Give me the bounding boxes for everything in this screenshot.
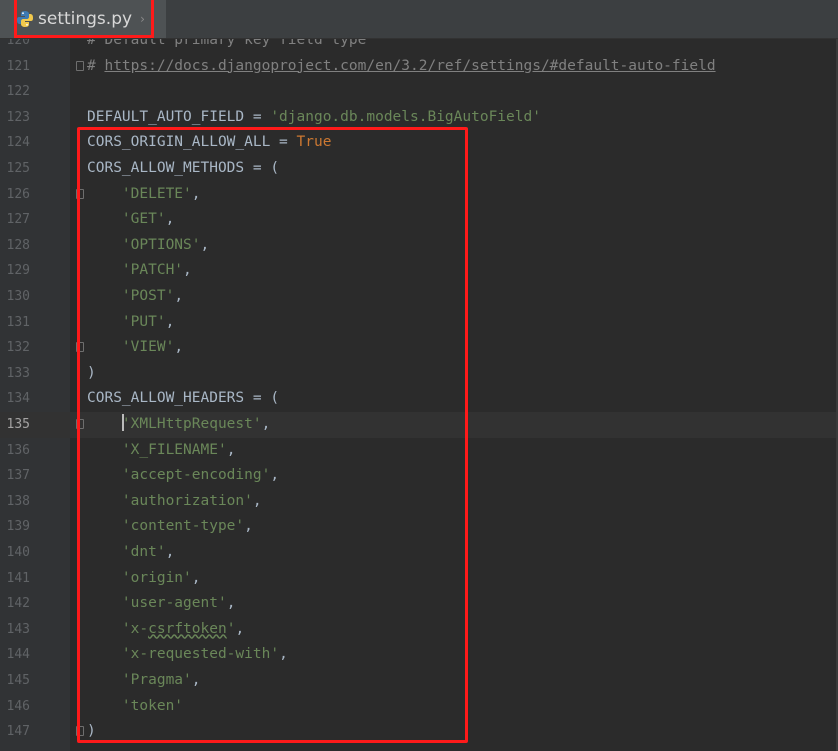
tab-settings-py[interactable]: settings.py › [0, 0, 166, 38]
line-number: 146 [6, 698, 30, 714]
line-number: 148 [0, 745, 30, 751]
code-text: 'DELETE', [121, 185, 201, 202]
code-line[interactable]: 134 CORS_ALLOW_HEADERS = ( [0, 386, 838, 412]
code-text: 'dnt', [121, 544, 175, 560]
line-number: 126 [6, 186, 30, 202]
fold-marker-icon[interactable] [76, 342, 84, 353]
code-line[interactable]: 135 'XMLHttpRequest', [0, 412, 838, 438]
code-line[interactable]: 145 'Pragma', [0, 668, 838, 694]
code-line[interactable]: 129 'PATCH', [0, 258, 838, 284]
code-line[interactable]: 123 DEFAULT_AUTO_FIELD = 'django.db.model… [0, 105, 838, 131]
line-number: 125 [6, 161, 30, 176]
code-editor[interactable]: 120 # Default primary key field type 121 # … [0, 39, 838, 751]
code-text: 'OPTIONS', [121, 236, 210, 253]
code-text: 'x-csrftoken', [121, 620, 245, 637]
editor-tab-bar: settings.py › [0, 0, 838, 39]
code-line[interactable]: 142 'user-agent', [0, 591, 838, 617]
code-text: DEFAULT_AUTO_FIELD = 'django.db.models.B… [87, 108, 541, 125]
code-line[interactable]: 139 'content-type', [0, 514, 838, 540]
code-text: 'x-requested-with', [121, 646, 288, 663]
code-line[interactable]: 143 'x-csrftoken', [0, 617, 838, 643]
code-text: ) [87, 364, 96, 381]
line-number: 122 [6, 84, 30, 100]
code-line[interactable]: 121 # https://docs.djangoproject.com/en/3… [0, 54, 838, 80]
code-line[interactable]: 137 'accept-encoding', [0, 463, 838, 489]
code-line[interactable]: 133) [0, 361, 838, 387]
code-line[interactable]: 132 'VIEW', [0, 335, 838, 361]
line-number: 135 [6, 417, 30, 432]
line-number: 138 [6, 493, 30, 509]
code-line[interactable]: 130 'POST', [0, 284, 838, 310]
code-text: ) [87, 723, 96, 740]
line-number: 123 [6, 109, 30, 125]
code-line[interactable]: 122 [0, 79, 838, 105]
tab-label: settings.py [38, 9, 133, 29]
code-text: 'VIEW', [121, 339, 184, 356]
code-text: 'Pragma', [121, 672, 201, 688]
line-number: 145 [6, 673, 30, 688]
code-text: 'content-type', [121, 518, 253, 535]
code-line[interactable]: 124 CORS_ORIGIN_ALLOW_ALL = True [0, 130, 838, 156]
code-text: 'GET', [121, 211, 175, 228]
fold-marker-icon[interactable] [76, 419, 84, 429]
python-file-icon [17, 11, 33, 27]
code-text: CORS_ALLOW_HEADERS = ( [87, 390, 280, 407]
line-number: 143 [6, 621, 30, 637]
code-line[interactable]: 144 'x-requested-with', [0, 642, 838, 668]
line-number: 129 [6, 263, 30, 279]
line-number: 128 [6, 237, 30, 253]
line-number: 131 [6, 314, 30, 330]
code-text: CORS_ORIGIN_ALLOW_ALL = True [87, 134, 332, 151]
line-number: 130 [6, 289, 30, 304]
line-number: 127 [6, 212, 30, 228]
code-line[interactable]: 146 'token' [0, 694, 838, 720]
code-text: 'origin', [121, 569, 201, 586]
line-number: 124 [6, 135, 30, 151]
code-line[interactable]: 131 'PUT', [0, 310, 838, 336]
line-number: 136 [6, 442, 30, 458]
code-line[interactable]: 147) [0, 719, 838, 745]
code-text: CORS_ALLOW_METHODS = ( [87, 160, 280, 176]
code-text: # https://docs.djangoproject.com/en/3.2/… [87, 57, 716, 74]
code-text: 'PATCH', [121, 262, 192, 279]
code-text: 'X_FILENAME', [121, 441, 236, 458]
line-number: 137 [6, 468, 30, 484]
code-text: # Default primary key field type [87, 39, 367, 48]
tab-chevron-icon[interactable]: › [140, 12, 145, 26]
line-number: 142 [6, 596, 30, 612]
code-text: 'user-agent', [121, 595, 236, 612]
line-number: 132 [6, 340, 30, 356]
line-number: 134 [6, 391, 30, 407]
code-text: 'authorization', [121, 492, 262, 509]
line-number: 141 [6, 570, 30, 586]
line-number: 120 [6, 39, 30, 48]
code-text: 'accept-encoding', [121, 467, 280, 484]
code-line[interactable]: 128 'OPTIONS', [0, 233, 838, 259]
line-number: 147 [6, 724, 30, 740]
line-number: 140 [6, 545, 30, 560]
fold-marker-icon[interactable] [76, 188, 84, 199]
code-text: 'POST', [121, 288, 184, 304]
line-number: 121 [6, 58, 30, 74]
ide-window: settings.py › 120 # Default primary key f… [0, 0, 838, 751]
code-text: 'PUT', [121, 313, 175, 330]
code-text: 'XMLHttpRequest', [121, 414, 271, 432]
code-line[interactable]: 125 CORS_ALLOW_METHODS = ( [0, 156, 838, 182]
line-number: 133 [6, 365, 30, 381]
code-line[interactable]: 127 'GET', [0, 207, 838, 233]
code-line[interactable]: 126 'DELETE', [0, 182, 838, 208]
code-line[interactable]: 141 'origin', [0, 566, 838, 592]
code-line[interactable]: 138 'authorization', [0, 489, 838, 515]
fold-marker-icon[interactable] [76, 726, 84, 737]
line-number: 139 [6, 519, 30, 535]
code-line[interactable]: 120 # Default primary key field type [0, 39, 838, 54]
code-line[interactable]: 136 'X_FILENAME', [0, 438, 838, 464]
line-number: 144 [6, 647, 30, 663]
code-text: 'token' [121, 697, 184, 714]
fold-marker-icon[interactable] [76, 60, 84, 71]
code-line[interactable]: 148 [0, 745, 838, 751]
code-line[interactable]: 140 'dnt', [0, 540, 838, 566]
